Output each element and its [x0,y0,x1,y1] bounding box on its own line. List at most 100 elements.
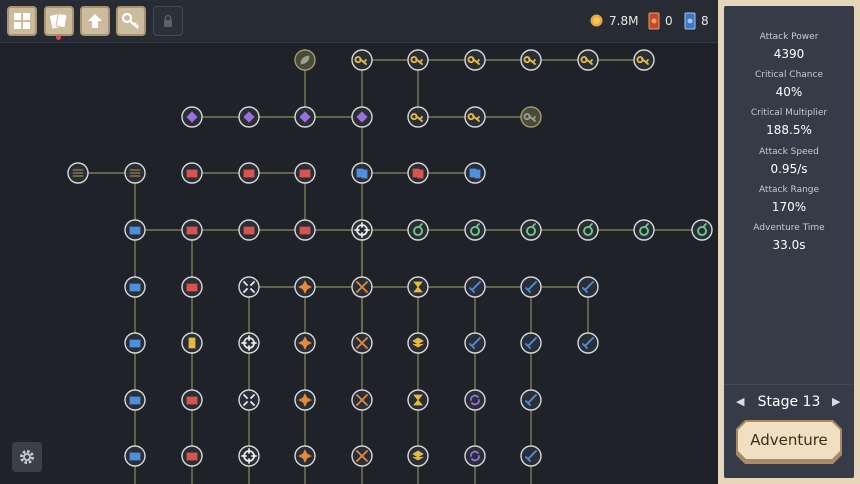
skill-node-target[interactable] [351,219,373,241]
skill-node-swords[interactable] [351,389,373,411]
skill-node-key[interactable] [464,49,486,71]
card-icon [186,169,198,178]
skill-node-leaf[interactable] [294,49,316,71]
skill-node-sword[interactable] [577,276,599,298]
skill-node-diamond[interactable] [181,106,203,128]
stat-value-attack-speed: 0.95/s [770,162,808,176]
cards-icon [412,168,424,179]
locked-button[interactable] [153,6,183,36]
skill-node-bomb[interactable] [633,219,655,241]
cards-button[interactable] [44,6,74,36]
skill-node-card[interactable] [294,219,316,241]
skill-node-cards[interactable] [464,162,486,184]
skill-node-sword[interactable] [464,276,486,298]
skill-node-sword[interactable] [520,276,542,298]
skill-node-key[interactable] [520,49,542,71]
stat-value-attack-power: 4390 [773,47,805,61]
skill-node-swords[interactable] [351,276,373,298]
skill-node-diamond[interactable] [294,106,316,128]
stage-next-arrow-icon[interactable]: ▶ [832,395,840,408]
skill-node-burst[interactable] [294,389,316,411]
skill-node-diamond[interactable] [238,106,260,128]
skill-node-bomb[interactable] [577,219,599,241]
skill-node-target[interactable] [238,445,260,467]
skill-node-ring [238,276,260,298]
stat-label-attack-range: Attack Range [758,185,820,195]
skill-node-cycle[interactable] [464,445,486,467]
skill-node-key[interactable] [407,49,429,71]
skill-node-card[interactable] [124,276,146,298]
skill-node-key[interactable] [520,106,542,128]
skill-node-card[interactable] [124,389,146,411]
skill-node-bomb[interactable] [464,219,486,241]
skill-node-layers[interactable] [407,445,429,467]
skill-node-sword[interactable] [464,332,486,354]
skill-node-target[interactable] [238,332,260,354]
stat-value-attack-range: 170% [771,200,807,214]
skill-node-burst[interactable] [294,445,316,467]
settings-button[interactable] [12,442,42,472]
skill-node-phone[interactable] [181,332,203,354]
skill-node-key[interactable] [577,49,599,71]
skill-node-sword[interactable] [520,332,542,354]
grid-menu-button[interactable] [7,6,37,36]
skill-node-card[interactable] [181,445,203,467]
keys-button[interactable] [116,6,146,36]
tree-edges [78,59,702,484]
skill-node-card[interactable] [181,276,203,298]
skill-node-ring [464,389,486,411]
skill-node-key[interactable] [407,106,429,128]
blue-card-icon [684,12,696,30]
skill-node-card[interactable] [181,389,203,411]
card-icon [243,169,255,178]
skill-node-ring [238,389,260,411]
coin-icon [590,14,603,27]
adventure-button[interactable]: Adventure [735,419,843,465]
skill-node-hourglass[interactable] [407,389,429,411]
skill-node-key[interactable] [464,106,486,128]
skill-node-bomb[interactable] [407,219,429,241]
skill-node-card[interactable] [124,332,146,354]
card-icon [129,339,141,348]
skill-node-cards[interactable] [407,162,429,184]
skill-node-burst[interactable] [294,276,316,298]
stat-value-critical-multiplier: 188.5% [766,123,812,137]
skill-node-swords[interactable] [351,445,373,467]
blue-card-count: 8 [701,14,709,28]
skill-node-coins[interactable] [124,162,146,184]
upgrade-button[interactable] [80,6,110,36]
skill-node-key[interactable] [633,49,655,71]
skill-node-layers[interactable] [407,332,429,354]
skill-node-ring [464,219,486,241]
skill-node-cards[interactable] [351,162,373,184]
card-icon [186,283,198,292]
skill-node-hourglass[interactable] [407,276,429,298]
skill-node-burst[interactable] [294,332,316,354]
up-arrow-icon [88,14,102,28]
skill-node-card[interactable] [294,162,316,184]
skill-node-card[interactable] [238,162,260,184]
cards-icon [50,13,68,29]
skill-node-card[interactable] [181,219,203,241]
skill-node-expand[interactable] [238,389,260,411]
skill-node-expand[interactable] [238,276,260,298]
top-bar: 7.8M 0 8 [0,0,718,43]
skill-node-diamond[interactable] [351,106,373,128]
skill-node-cycle[interactable] [464,389,486,411]
skill-node-bomb[interactable] [520,219,542,241]
skill-node-card[interactable] [124,219,146,241]
skill-node-ring [407,219,429,241]
skill-node-sword[interactable] [577,332,599,354]
card-icon [299,169,311,178]
skill-node-coins[interactable] [67,162,89,184]
skill-node-sword[interactable] [520,389,542,411]
skill-node-card[interactable] [238,219,260,241]
skill-node-sword[interactable] [520,445,542,467]
skill-node-card[interactable] [181,162,203,184]
skill-node-bomb[interactable] [691,219,713,241]
stats-panel: Attack Power 4390 Critical Chance 40% Cr… [718,0,860,484]
skill-node-key[interactable] [351,49,373,71]
skill-tree [67,49,713,484]
skill-node-swords[interactable] [351,332,373,354]
skill-node-card[interactable] [124,445,146,467]
